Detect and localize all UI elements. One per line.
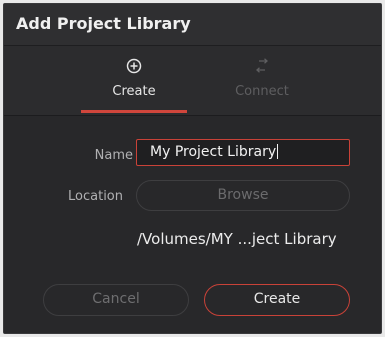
active-tab-indicator	[81, 110, 187, 113]
dialog-titlebar: Add Project Library	[4, 4, 381, 46]
browse-button[interactable]: Browse	[136, 180, 350, 211]
tab-bar: Create Connect	[4, 46, 381, 116]
tab-connect[interactable]: Connect	[209, 46, 315, 115]
name-label: Name	[94, 148, 133, 163]
create-button[interactable]: Create	[204, 284, 350, 316]
location-label: Location	[68, 189, 123, 204]
tab-connect-label: Connect	[235, 84, 289, 99]
text-caret	[277, 144, 279, 159]
dialog-title: Add Project Library	[16, 14, 191, 33]
name-input[interactable]: My Project Library	[136, 139, 350, 166]
location-path: /Volumes/MY ...ject Library	[137, 230, 337, 248]
add-project-library-dialog: Add Project Library Create Connect Name …	[3, 3, 382, 334]
dialog-body: Name My Project Library Location Browse …	[4, 116, 381, 333]
plus-circle-icon	[81, 58, 187, 76]
tab-create[interactable]: Create	[81, 46, 187, 115]
swap-arrows-icon	[209, 58, 315, 76]
tab-create-label: Create	[112, 84, 156, 99]
name-input-value: My Project Library	[150, 144, 277, 160]
cancel-button[interactable]: Cancel	[43, 284, 189, 316]
